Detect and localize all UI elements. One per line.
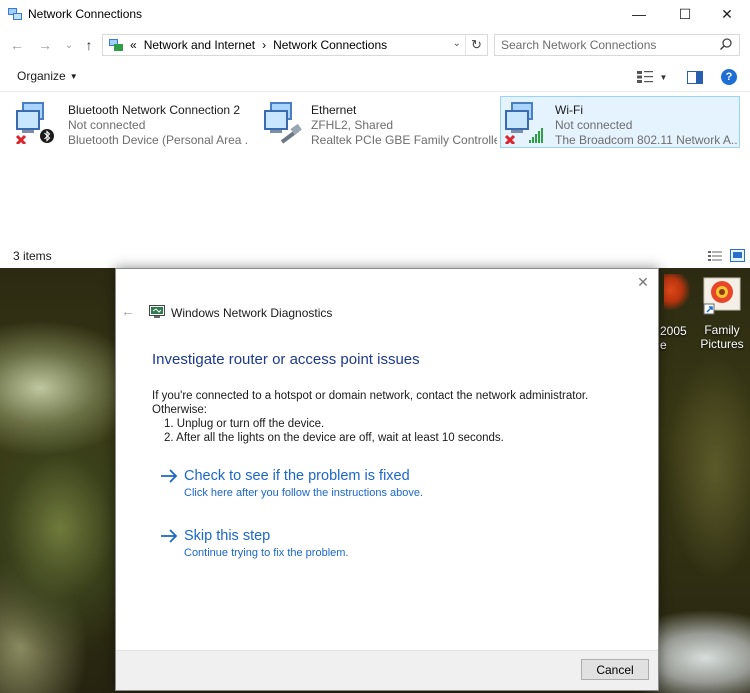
large-icons-view-icon[interactable] xyxy=(730,249,745,262)
breadcrumb: « Network and Internet › Network Connect… xyxy=(109,38,387,52)
instruction-text: Otherwise: xyxy=(152,404,207,416)
caret-down-icon: ▼ xyxy=(659,72,668,82)
desktop-icon-label: Pictures xyxy=(700,337,744,351)
connection-name: Ethernet xyxy=(311,103,357,117)
desktop-icon-label: 2005 xyxy=(660,324,687,338)
minimize-icon: — xyxy=(632,6,646,22)
forward-button[interactable]: → xyxy=(36,36,54,54)
search-icon[interactable] xyxy=(719,37,733,51)
link-title: Check to see if the problem is fixed xyxy=(184,468,410,484)
desktop-icon-label: Family xyxy=(704,323,740,337)
breadcrumb-network-connections[interactable]: Network Connections xyxy=(273,38,387,52)
view-options-icon xyxy=(636,71,653,83)
flower-shortcut-icon xyxy=(703,277,741,315)
up-button[interactable]: ↑ xyxy=(80,36,98,54)
instruction-steps: 1. Unplug or turn off the device. 2. Aft… xyxy=(164,417,588,445)
window-title: Network Connections xyxy=(28,7,143,21)
connection-status: Not connected xyxy=(555,118,633,132)
breadcrumb-separator[interactable]: › xyxy=(262,38,266,52)
organize-label: Organize xyxy=(17,69,66,83)
title-bar: Network Connections — ☐ ✕ xyxy=(0,0,750,30)
search-input[interactable] xyxy=(501,38,711,52)
desktop-icon-label: e xyxy=(660,338,667,352)
connections-view: Bluetooth Network Connection 2 Not conne… xyxy=(0,93,750,243)
network-adapter-icon xyxy=(15,102,54,144)
maximize-button[interactable]: ☐ xyxy=(662,0,708,28)
arrow-right-icon xyxy=(161,529,178,543)
item-count: 3 items xyxy=(13,249,52,263)
network-diagnostics-dialog: ✕ ← Windows Network Diagnostics Investig… xyxy=(115,268,659,691)
network-connections-icon xyxy=(8,8,22,20)
recent-locations-button[interactable]: ⌄ xyxy=(60,36,78,54)
caret-down-icon: ▼ xyxy=(69,72,78,81)
chevron-down-icon: ⌄ xyxy=(64,39,74,51)
close-icon: ✕ xyxy=(721,5,733,22)
dialog-heading: Investigate router or access point issue… xyxy=(152,351,420,368)
preview-pane-button[interactable] xyxy=(686,67,704,87)
connection-item-ethernet[interactable]: Ethernet ZFHL2, Shared Realtek PCIe GBE … xyxy=(248,96,498,148)
refresh-icon: ↻ xyxy=(471,37,482,52)
desktop-icon-family-pictures[interactable]: Family Pictures xyxy=(692,276,750,351)
close-button[interactable]: ✕ xyxy=(704,0,750,28)
command-bar: Organize ▼ ▼ ? xyxy=(0,62,750,92)
status-bar: 3 items xyxy=(0,246,750,266)
connection-item-wifi[interactable]: Wi-Fi Not connected The Broadcom 802.11 … xyxy=(500,96,740,148)
connection-item-bluetooth[interactable]: Bluetooth Network Connection 2 Not conne… xyxy=(0,96,250,148)
connection-status: ZFHL2, Shared xyxy=(311,118,394,132)
change-view-button[interactable]: ▼ xyxy=(634,67,670,87)
forward-arrow-icon: → xyxy=(38,37,52,53)
address-bar[interactable]: « Network and Internet › Network Connect… xyxy=(102,34,488,56)
connection-device: Bluetooth Device (Personal Area ... xyxy=(68,133,248,147)
cancel-button[interactable]: Cancel xyxy=(581,659,649,680)
up-arrow-icon: ↑ xyxy=(85,37,93,53)
instruction-step: 1. Unplug or turn off the device. xyxy=(164,418,325,430)
link-subtitle: Continue trying to fix the problem. xyxy=(184,547,349,559)
connection-name: Bluetooth Network Connection 2 xyxy=(68,103,241,117)
search-box[interactable] xyxy=(494,34,740,56)
back-button[interactable]: ← xyxy=(8,36,26,54)
dialog-close-button[interactable]: ✕ xyxy=(636,275,650,289)
preview-pane-icon xyxy=(687,70,703,84)
dialog-instructions: If you're connected to a hotspot or doma… xyxy=(152,389,588,445)
link-subtitle: Click here after you follow the instruct… xyxy=(184,487,424,499)
refresh-button[interactable]: ↻ xyxy=(465,35,487,55)
details-view-icon[interactable] xyxy=(708,250,722,262)
dialog-title: Windows Network Diagnostics xyxy=(171,306,333,320)
network-adapter-icon xyxy=(264,102,302,144)
connection-name: Wi-Fi xyxy=(555,103,583,117)
explorer-window: Network Connections — ☐ ✕ ← → ⌄ ↑ « Netw… xyxy=(0,0,750,268)
connection-status: Not connected xyxy=(68,118,146,132)
breadcrumb-network-and-internet[interactable]: Network and Internet xyxy=(144,38,255,52)
help-icon: ? xyxy=(725,71,733,83)
back-arrow-icon: ← xyxy=(10,37,24,53)
dialog-back-button[interactable]: ← xyxy=(121,303,135,319)
address-dropdown-icon[interactable]: ⌄ xyxy=(453,38,461,49)
minimize-button[interactable]: — xyxy=(616,0,662,28)
instruction-text: If you're connected to a hotspot or doma… xyxy=(152,390,589,402)
connection-device: Realtek PCIe GBE Family Controller xyxy=(311,133,497,147)
arrow-right-icon xyxy=(161,469,178,483)
dialog-footer: Cancel xyxy=(116,650,658,690)
network-adapter-icon xyxy=(504,102,543,144)
breadcrumb-overflow[interactable]: « xyxy=(130,38,137,52)
close-icon: ✕ xyxy=(637,274,649,290)
diagnostics-icon xyxy=(149,305,165,318)
folder-thumbnail-icon xyxy=(664,274,690,312)
organize-button[interactable]: Organize ▼ xyxy=(17,69,78,83)
link-title: Skip this step xyxy=(184,528,271,544)
maximize-icon: ☐ xyxy=(678,5,692,22)
control-panel-icon xyxy=(109,39,123,51)
connection-device: The Broadcom 802.11 Network A... xyxy=(555,133,737,147)
help-button[interactable]: ? xyxy=(721,69,737,85)
back-arrow-icon: ← xyxy=(121,303,135,319)
instruction-step: 2. After all the lights on the device ar… xyxy=(164,432,504,444)
